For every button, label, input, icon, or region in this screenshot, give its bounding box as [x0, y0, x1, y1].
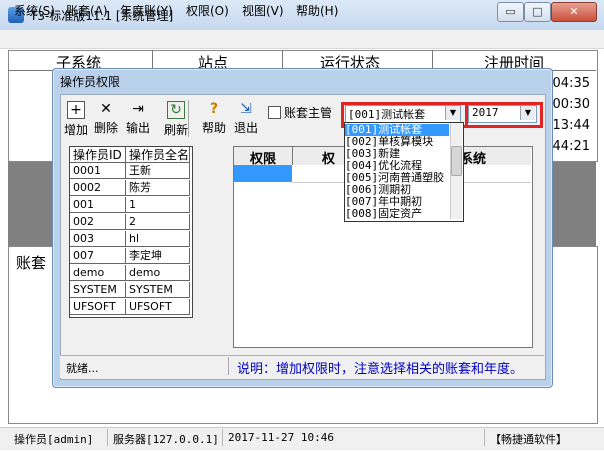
- close-button[interactable]: ✕: [551, 2, 597, 22]
- dialog-note: 说明：增加权限时，注意选择相关的账套和年度。: [237, 362, 524, 377]
- account-option[interactable]: [003]新建: [345, 148, 449, 160]
- delete-button[interactable]: ✕ 删除: [92, 99, 120, 139]
- account-option[interactable]: [008]固定资产: [345, 208, 449, 220]
- table-divider: [152, 50, 153, 70]
- add-button-label: 增加: [63, 123, 88, 137]
- operator-name-cell[interactable]: UFSOFT: [126, 299, 190, 315]
- operator-name-cell[interactable]: 陈芳: [126, 180, 190, 196]
- account-option[interactable]: [005]河南普通塑胶: [345, 172, 449, 184]
- dialog-status-text: 就绪...: [66, 362, 99, 375]
- operator-name-cell[interactable]: SYSTEM: [126, 282, 190, 298]
- help-button-label: 帮助: [201, 121, 226, 135]
- refresh-button-label: 刷新: [163, 123, 188, 137]
- status-server: 服务器[127.0.0.1]: [113, 433, 219, 446]
- status-divider: [484, 429, 485, 446]
- export-button-label: 输出: [125, 121, 150, 135]
- operator-name-cell[interactable]: 李定坤: [126, 248, 190, 264]
- status-divider: [222, 429, 223, 446]
- account-master-checkbox[interactable]: [268, 106, 281, 119]
- operator-id-cell[interactable]: 001: [70, 197, 126, 213]
- menu-view[interactable]: 视图(V): [242, 2, 284, 19]
- operator-name-cell[interactable]: 2: [126, 214, 190, 230]
- account-master-label: 账套主管: [284, 106, 333, 120]
- export-button[interactable]: ⇥ 输出: [124, 99, 152, 139]
- status-brand: 【畅捷通软件】: [490, 433, 567, 446]
- exit-button-label: 退出: [233, 121, 258, 135]
- operator-id-cell[interactable]: UFSOFT: [70, 299, 126, 315]
- add-icon: +: [67, 101, 85, 119]
- menu-bar: [0, 30, 604, 49]
- status-divider: [228, 357, 229, 375]
- year-select-highlight: [465, 102, 543, 128]
- account-option[interactable]: [007]年中期初: [345, 196, 449, 208]
- operator-id-cell[interactable]: 002: [70, 214, 126, 230]
- refresh-icon: ↻: [167, 101, 185, 119]
- account-option[interactable]: [002]单核算模块: [345, 136, 449, 148]
- refresh-button[interactable]: ↻ 刷新: [162, 99, 190, 139]
- operator-name-cell[interactable]: hl: [126, 231, 190, 247]
- delete-icon: ✕: [100, 101, 112, 117]
- help-button[interactable]: ? 帮助: [200, 99, 228, 139]
- delete-button-label: 删除: [93, 121, 118, 135]
- status-divider: [107, 429, 108, 446]
- dialog-title: 操作员权限: [60, 75, 121, 89]
- menu-system[interactable]: 系统(S): [14, 2, 55, 19]
- help-icon: ?: [209, 101, 219, 117]
- permission-row-selected[interactable]: [234, 165, 292, 182]
- status-operator: 操作员[admin]: [14, 433, 94, 446]
- exit-icon: ⇲: [240, 101, 252, 117]
- minimize-button[interactable]: ▭: [497, 2, 524, 22]
- menu-permission[interactable]: 权限(O): [186, 2, 229, 19]
- operator-name-cell[interactable]: demo: [126, 265, 190, 281]
- operator-id-cell[interactable]: 007: [70, 248, 126, 264]
- account-panel-label: 账套: [16, 254, 47, 272]
- export-icon: ⇥: [132, 101, 144, 117]
- exit-button[interactable]: ⇲ 退出: [232, 99, 260, 139]
- account-option[interactable]: [004]优化流程: [345, 160, 449, 172]
- operator-id-cell[interactable]: demo: [70, 265, 126, 281]
- account-option[interactable]: [006]测期初: [345, 184, 449, 196]
- column-header-operator-id: 操作员ID: [70, 147, 126, 163]
- column-header-operator-name: 操作员全名: [126, 147, 190, 163]
- dropdown-scroll-thumb[interactable]: [451, 146, 462, 176]
- status-datetime: 2017-11-27 10:46: [228, 431, 334, 444]
- maximize-button[interactable]: □: [524, 2, 551, 22]
- operator-name-cell[interactable]: 1: [126, 197, 190, 213]
- operator-id-cell[interactable]: 003: [70, 231, 126, 247]
- operator-id-cell[interactable]: SYSTEM: [70, 282, 126, 298]
- menu-help[interactable]: 帮助(H): [296, 2, 338, 19]
- add-button[interactable]: + 增加: [62, 99, 90, 139]
- operator-id-cell[interactable]: 0001: [70, 163, 126, 179]
- account-option[interactable]: [001]测试帐套: [345, 124, 449, 136]
- operator-name-cell[interactable]: 王新: [126, 163, 190, 179]
- menu-account[interactable]: 账套(A): [66, 2, 108, 19]
- table-divider: [282, 50, 283, 70]
- operator-id-cell[interactable]: 0002: [70, 180, 126, 196]
- table-divider: [432, 50, 433, 70]
- menu-year-account[interactable]: 年度账(Y): [120, 2, 173, 19]
